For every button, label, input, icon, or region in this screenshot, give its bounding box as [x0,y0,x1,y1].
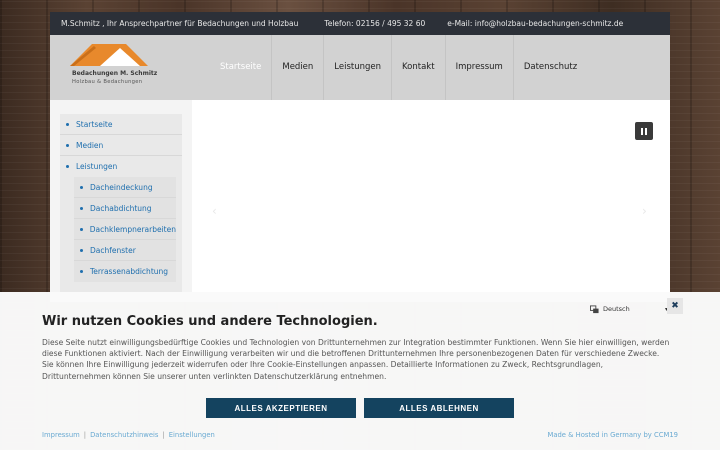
sidebar-subitem-label: Terrassenabdichtung [90,267,169,276]
sidebar-subitem-dacheindeckung[interactable]: Dacheindeckung [74,177,176,198]
bullet-icon [80,270,83,273]
privacy-link[interactable]: Datenschutzhinweis [90,431,158,439]
bullet-icon [80,206,83,210]
top-info-bar: M.Schmitz , Ihr Ansprechpartner für Beda… [50,12,670,35]
phone-link[interactable]: Telefon: 02156 / 495 32 60 [324,19,425,28]
pause-icon [641,127,647,135]
bullet-icon [66,143,69,147]
sidebar-subitem-label: Dachfenster [90,245,136,255]
settings-link[interactable]: Einstellungen [169,431,215,439]
hosted-by-link[interactable]: Made & Hosted in Germany by CCM19 [547,431,678,439]
logo[interactable]: Bedachungen M. Schmitz Holzbau & Bedachu… [70,44,157,90]
bullet-icon [80,227,83,231]
sidebar-item-label: Startseite [76,119,113,129]
nav-item-leistungen[interactable]: Leistungen [323,35,391,100]
language-select[interactable]: Deutsch ▾ [590,302,668,316]
main-content: Startseite Medien Leistungen Dacheindeck… [50,100,670,302]
close-icon: ✖ [671,301,679,311]
sidebar-subitem-dachabdichtung[interactable]: Dachabdichtung [74,198,176,219]
roof-logo-icon [70,44,148,66]
main-nav: Startseite Medien Leistungen Kontakt Imp… [210,35,587,100]
sidebar-item-medien[interactable]: Medien [60,135,182,156]
sidebar-item-startseite[interactable]: Startseite [60,114,182,135]
email-link[interactable]: e-Mail: info@holzbau-bedachungen-schmitz… [447,19,623,28]
nav-item-medien[interactable]: Medien [271,35,323,100]
bullet-icon [66,165,69,168]
sidebar-item-leistungen[interactable]: Leistungen [60,156,182,177]
slider-pause-button[interactable] [635,122,653,140]
cookie-footer-links: Impressum | Datenschutzhinweis | Einstellung… [42,431,215,439]
logo-name: Bedachungen M. Schmitz [72,70,158,77]
impressum-link[interactable]: Impressum [42,431,80,439]
website: M.Schmitz , Ihr Ansprechpartner für Beda… [50,12,670,302]
cookie-banner: Deutsch ▾ ✖ Wir nutzen Cookies und ander… [0,292,720,450]
sidebar-item-label: Medien [76,140,104,150]
bullet-icon [80,185,83,189]
slider-next-icon[interactable]: › [642,204,647,218]
close-button[interactable]: ✖ [667,298,683,314]
bullet-icon [80,248,83,252]
accept-all-button[interactable]: ALLES AKZEPTIEREN [206,398,356,418]
bullet-icon [66,122,69,126]
nav-item-impressum[interactable]: Impressum [444,35,513,100]
sidebar-subitem-label: Dachabdichtung [90,203,152,213]
sidebar-subitem-dachklempnerarbeiten[interactable]: Dachklempnerarbeiten [74,219,176,240]
link-separator: | [83,431,87,439]
logo-subtitle: Holzbau & Bedachungen [72,79,143,85]
nav-item-startseite[interactable]: Startseite [210,35,271,100]
sidebar-subitem-terrassenabdichtung[interactable]: Terrassenabdichtung [74,261,176,282]
language-icon [590,304,599,313]
sidebar-item-label: Leistungen [76,162,118,171]
nav-item-kontakt[interactable]: Kontakt [391,35,445,100]
sidebar-subitem-label: Dacheindeckung [90,182,153,192]
link-separator: | [162,431,165,439]
tagline: M.Schmitz , Ihr Ansprechpartner für Beda… [61,19,299,28]
image-slider: ‹ › [192,100,670,302]
sidebar-menu: Startseite Medien Leistungen Dacheindeck… [60,114,182,302]
slider-prev-icon[interactable]: ‹ [212,204,217,218]
sidebar-submenu: Dacheindeckung Dachabdichtung Dachklempn… [74,177,176,282]
cookie-text: Diese Seite nutzt einwilligungsbedürftig… [42,338,670,381]
reject-all-button[interactable]: ALLES ABLEHNEN [364,398,514,418]
site-header: Bedachungen M. Schmitz Holzbau & Bedachu… [50,35,670,100]
language-value: Deutsch [603,305,630,313]
cookie-title: Wir nutzen Cookies und andere Technologi… [42,314,378,329]
nav-item-datenschutz[interactable]: Datenschutz [512,35,587,100]
sidebar-subitem-dachfenster[interactable]: Dachfenster [74,240,176,261]
sidebar-subitem-label: Dachklempnerarbeiten [89,224,176,234]
